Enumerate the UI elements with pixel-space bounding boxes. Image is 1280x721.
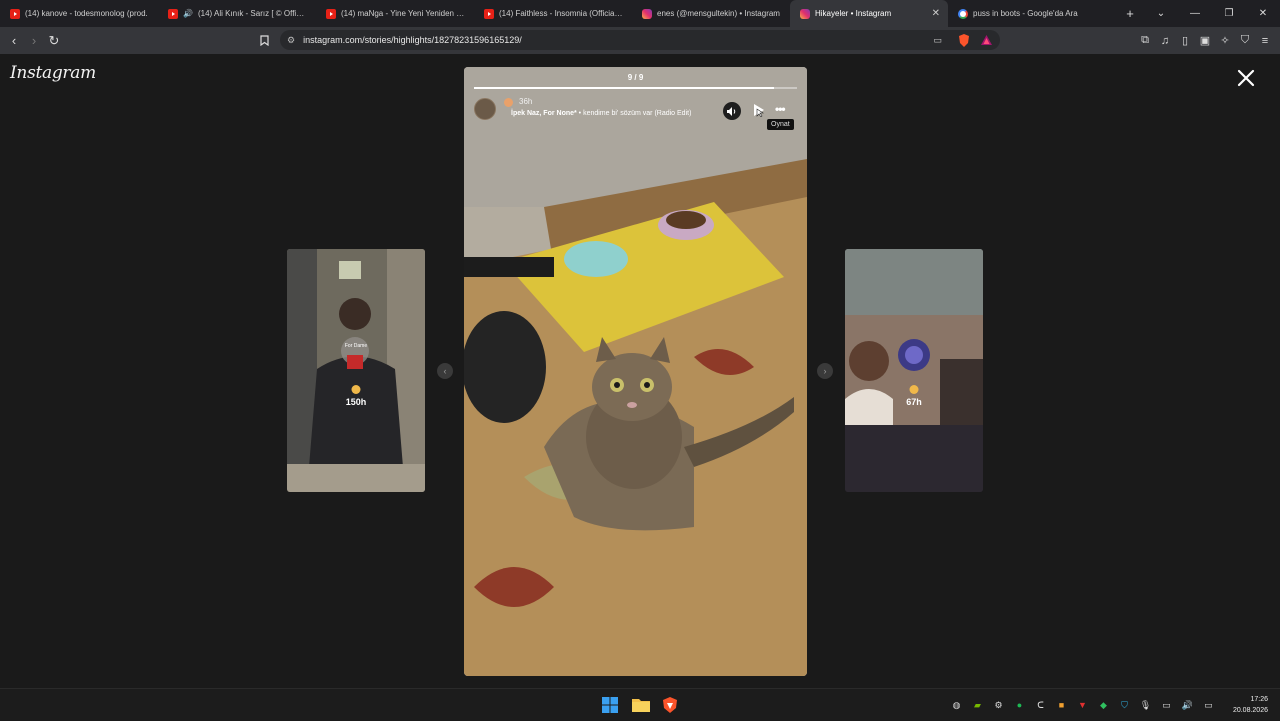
new-tab-button[interactable]: + <box>1122 0 1138 27</box>
app-tray-icon[interactable]: ■ <box>1054 698 1069 713</box>
close-tab-icon[interactable]: ✕ <box>932 8 940 19</box>
instagram-icon <box>642 8 652 19</box>
next-arrow-button[interactable]: › <box>817 363 833 379</box>
sidebar-icon[interactable]: ▯ <box>1176 32 1194 50</box>
story-viewer[interactable]: 9 / 9 36h İpek Naz, For None* • kendime … <box>464 67 807 676</box>
emoji-avatar <box>351 385 361 394</box>
previous-arrow-button[interactable]: ‹ <box>437 363 453 379</box>
window-close-icon[interactable]: ✕ <box>1246 0 1280 27</box>
nvidia-icon[interactable]: ▰ <box>970 698 985 713</box>
brave-rewards-icon[interactable] <box>977 31 995 49</box>
brave-shields-icon[interactable] <box>955 31 973 49</box>
toolbar-right: ⧉ ♫ ▯ ▣ ✧ ⛉ ≡ <box>1136 27 1274 54</box>
tab-title: puss in boots - Google'da Ara <box>973 9 1078 18</box>
instagram-icon <box>800 8 810 19</box>
youtube-icon <box>326 8 336 19</box>
youtube-icon <box>484 8 494 19</box>
youtube-icon <box>10 8 20 19</box>
story-progress-bar <box>474 87 797 89</box>
minimize-icon[interactable]: — <box>1178 0 1212 27</box>
story-counter: 9 / 9 <box>627 73 644 82</box>
site-info-icon[interactable]: ⚙ <box>287 35 295 46</box>
tab-title: Hikayeler • Instagram <box>815 9 892 18</box>
highlight-cover-icon <box>504 98 513 107</box>
taskbar: ◍ ▰ ⚙ ● ᑕ ■ ▼ ◆ ⛉ 🎙 ▭ 🔊 ▭ 17:26 20.08.20… <box>0 688 1280 720</box>
brave-browser-icon[interactable] <box>662 697 678 713</box>
steam-icon[interactable]: ⚙ <box>991 698 1006 713</box>
battery-icon[interactable]: ▭ <box>1201 698 1216 713</box>
song-title: • kendime bi' sözüm var (Radio Edit) <box>576 110 692 117</box>
previous-story-card[interactable]: For Dame 150h <box>287 249 425 492</box>
story-music-label[interactable]: İpek Naz, For None* • kendime bi' sözüm … <box>511 110 691 117</box>
volume-button[interactable] <box>723 102 741 120</box>
previous-story-image <box>287 249 425 492</box>
defender-icon[interactable]: ⛉ <box>1117 698 1132 713</box>
clock-time: 17:26 <box>1250 696 1268 703</box>
youtube-icon <box>168 8 178 19</box>
next-story-card[interactable]: 67h <box>845 249 983 492</box>
speaker-icon <box>727 106 736 116</box>
address-bar[interactable]: ⚙ instagram.com/stories/highlights/18278… <box>280 30 1000 50</box>
emoji-avatar <box>909 385 919 394</box>
vpn-icon[interactable]: ⛉ <box>1236 32 1254 50</box>
network-icon[interactable]: ▭ <box>1159 698 1174 713</box>
tab-google-search[interactable]: puss in boots - Google'da Ara <box>948 0 1106 27</box>
tab-youtube-3[interactable]: (14) maNga - Yine Yeni Yeniden (Ye <box>316 0 474 27</box>
sticker-text: For Dame <box>344 343 368 349</box>
tab-title: (14) Faithless - Insomnia (Official 4K <box>499 9 624 18</box>
tab-instagram-stories[interactable]: Hikayeler • Instagram ✕ <box>790 0 948 27</box>
google-icon <box>958 8 968 19</box>
more-options-icon[interactable]: ••• <box>775 102 786 116</box>
cast-icon[interactable]: ▭ <box>933 35 942 46</box>
close-icon[interactable] <box>1234 66 1258 90</box>
clock[interactable]: 17:26 20.08.2026 <box>1233 694 1268 716</box>
tab-instagram-profile[interactable]: enes (@mensgultekin) • Instagram <box>632 0 790 27</box>
app-tray-icon[interactable]: ᑕ <box>1033 698 1048 713</box>
file-explorer-icon[interactable] <box>632 697 650 712</box>
reload-icon[interactable]: ↻ <box>44 31 64 51</box>
next-story-time: 67h <box>906 397 922 407</box>
spotify-icon[interactable]: ● <box>1012 698 1027 713</box>
microphone-icon[interactable]: 🎙 <box>1138 698 1153 713</box>
system-tray: ◍ ▰ ⚙ ● ᑕ ■ ▼ ◆ ⛉ 🎙 ▭ 🔊 ▭ <box>949 689 1216 721</box>
story-photo <box>464 67 807 676</box>
wallet-icon[interactable]: ▣ <box>1196 32 1214 50</box>
story-avatar[interactable] <box>474 98 496 120</box>
story-progress-fill <box>474 87 775 89</box>
bookmark-icon[interactable] <box>254 31 274 51</box>
menu-icon[interactable]: ≡ <box>1256 32 1274 50</box>
instagram-logo[interactable]: Instagram <box>10 63 96 83</box>
volume-icon[interactable]: 🔊 <box>1180 698 1195 713</box>
window-controls: ⌄ — ❐ ✕ <box>1144 0 1280 27</box>
app-tray-icon[interactable]: ◆ <box>1096 698 1111 713</box>
forward-icon[interactable]: › <box>24 31 44 51</box>
clock-date: 20.08.2026 <box>1232 707 1268 714</box>
url-text[interactable]: instagram.com/stories/highlights/1827823… <box>303 35 522 45</box>
tab-search-icon[interactable]: ⌄ <box>1144 0 1178 27</box>
tab-title: (14) kanove - todesmonolog (prod. <box>25 9 148 18</box>
app-tray-icon[interactable]: ▼ <box>1075 698 1090 713</box>
song-artist: İpek Naz, For None* <box>511 110 577 117</box>
app-tray-icon[interactable]: ◍ <box>949 698 964 713</box>
next-story-image <box>845 249 983 492</box>
play-button[interactable] <box>753 103 765 117</box>
back-icon[interactable]: ‹ <box>4 31 24 51</box>
windows-start-icon[interactable] <box>602 697 618 713</box>
media-icon[interactable]: ♫ <box>1156 32 1174 50</box>
previous-story-time: 150h <box>345 397 367 407</box>
tab-title: (14) Ali Kınık - Sarız [ © Official <box>197 9 308 18</box>
leo-ai-icon[interactable]: ✧ <box>1216 32 1234 50</box>
speaker-icon[interactable]: 🔊 <box>183 9 193 18</box>
tab-youtube-1[interactable]: (14) kanove - todesmonolog (prod. <box>0 0 158 27</box>
tab-title: enes (@mensgultekin) • Instagram <box>657 9 780 18</box>
extensions-icon[interactable]: ⧉ <box>1136 32 1154 50</box>
tab-strip: (14) kanove - todesmonolog (prod. 🔊 (14)… <box>0 0 1280 27</box>
restore-icon[interactable]: ❐ <box>1212 0 1246 27</box>
tab-youtube-2[interactable]: 🔊 (14) Ali Kınık - Sarız [ © Official <box>158 0 316 27</box>
instagram-stories-page: Instagram For Dame 150h ‹ 67h › 9 / 9 36… <box>0 54 1280 688</box>
tab-title: (14) maNga - Yine Yeni Yeniden (Ye <box>341 9 466 18</box>
play-tooltip: Oynat <box>767 119 794 130</box>
tab-youtube-4[interactable]: (14) Faithless - Insomnia (Official 4K <box>474 0 632 27</box>
story-time: 36h <box>519 97 533 106</box>
